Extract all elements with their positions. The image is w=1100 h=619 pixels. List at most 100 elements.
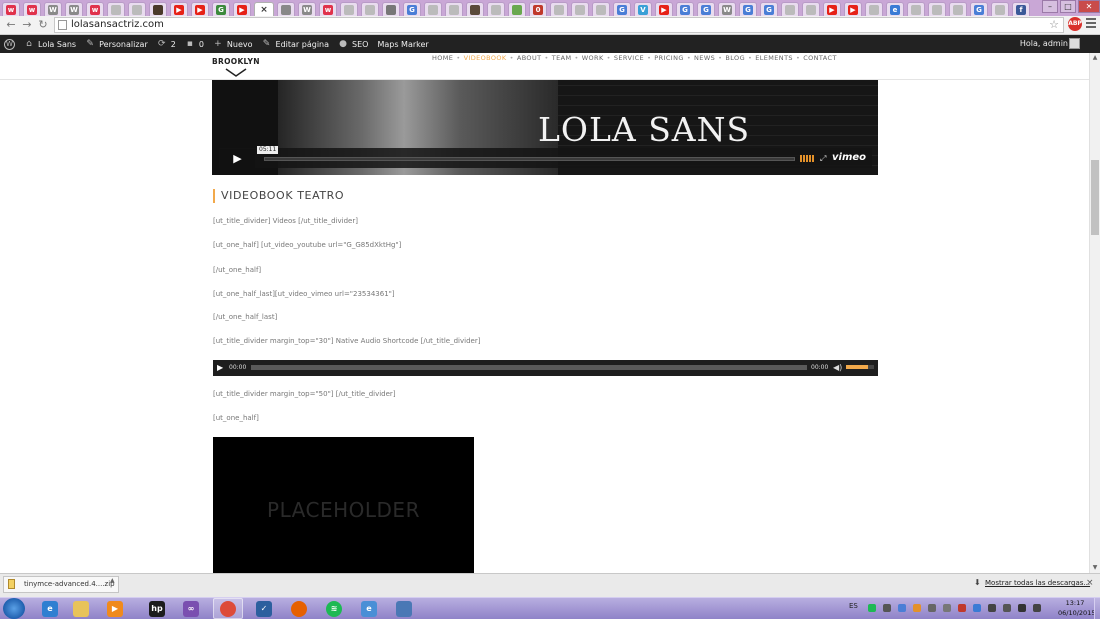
taskbar-app[interactable]: ≋ bbox=[319, 598, 349, 619]
scroll-down-icon[interactable]: ▼ bbox=[1091, 564, 1099, 571]
browser-tab[interactable]: w bbox=[2, 2, 20, 16]
browser-tab[interactable] bbox=[991, 2, 1009, 16]
browser-tab[interactable]: 0 bbox=[529, 2, 547, 16]
start-button[interactable] bbox=[3, 598, 25, 619]
nav-item[interactable]: CONTACT bbox=[803, 54, 837, 62]
browser-tab[interactable] bbox=[865, 2, 883, 16]
avatar[interactable] bbox=[1069, 38, 1080, 49]
volume-icon[interactable]: ◀) bbox=[833, 362, 842, 374]
browser-tab[interactable] bbox=[445, 2, 463, 16]
tray-icon[interactable] bbox=[1018, 604, 1026, 612]
browser-tab[interactable]: ▶ bbox=[191, 2, 209, 16]
browser-tab[interactable]: G bbox=[676, 2, 694, 16]
tray-icon[interactable] bbox=[883, 604, 891, 612]
browser-tab[interactable] bbox=[781, 2, 799, 16]
browser-tab[interactable]: ▶ bbox=[170, 2, 188, 16]
browser-tab[interactable]: ▶ bbox=[823, 2, 841, 16]
browser-tab[interactable]: G bbox=[212, 2, 230, 16]
nav-item[interactable]: ELEMENTS bbox=[755, 54, 793, 62]
browser-tab[interactable] bbox=[487, 2, 505, 16]
browser-tab[interactable] bbox=[128, 2, 146, 16]
maximize-button[interactable]: □ bbox=[1060, 0, 1076, 13]
browser-tab[interactable] bbox=[382, 2, 400, 16]
browser-tab-active[interactable]: × bbox=[254, 2, 274, 16]
browser-tab[interactable] bbox=[928, 2, 946, 16]
browser-tab[interactable] bbox=[508, 2, 526, 16]
taskbar-app[interactable] bbox=[66, 598, 96, 619]
show-all-downloads-link[interactable]: Mostrar todas las descargas... bbox=[985, 579, 1090, 587]
taskbar-app[interactable]: e bbox=[354, 598, 384, 619]
forward-button[interactable]: → bbox=[20, 18, 34, 32]
browser-tab[interactable] bbox=[340, 2, 358, 16]
browser-tab[interactable]: G bbox=[739, 2, 757, 16]
wp-admin-item[interactable]: ● SEO bbox=[338, 39, 368, 49]
minimize-button[interactable]: – bbox=[1042, 0, 1058, 13]
tray-icon[interactable] bbox=[898, 604, 906, 612]
browser-tab[interactable]: w bbox=[86, 2, 104, 16]
wp-greeting[interactable]: Hola, admin bbox=[1020, 39, 1068, 48]
browser-tab[interactable]: W bbox=[298, 2, 316, 16]
scroll-up-icon[interactable]: ▲ bbox=[1091, 54, 1099, 61]
volume-bars-icon[interactable] bbox=[800, 155, 814, 162]
nav-item[interactable]: TEAM bbox=[552, 54, 572, 62]
tray-icon[interactable] bbox=[1033, 604, 1041, 612]
nav-item[interactable]: SERVICE bbox=[614, 54, 644, 62]
browser-tab[interactable] bbox=[361, 2, 379, 16]
scrollbar-thumb[interactable] bbox=[1091, 160, 1099, 235]
close-window-button[interactable]: ✕ bbox=[1078, 0, 1100, 13]
reload-button[interactable]: ↻ bbox=[36, 18, 50, 32]
clock[interactable]: 13:17 06/10/2015 bbox=[1058, 598, 1095, 618]
taskbar-app[interactable]: ∞ bbox=[176, 598, 206, 619]
taskbar-app[interactable]: hp bbox=[142, 598, 172, 619]
browser-tab[interactable] bbox=[907, 2, 925, 16]
play-button[interactable]: ▶ bbox=[220, 149, 255, 168]
nav-item[interactable]: ABOUT bbox=[517, 54, 542, 62]
url-input[interactable]: lolasansactriz.com ☆ bbox=[54, 17, 1064, 33]
wp-admin-item[interactable]: ▪ 0 bbox=[185, 39, 204, 49]
video-progress-track[interactable] bbox=[264, 157, 795, 161]
browser-tab[interactable] bbox=[149, 2, 167, 16]
taskbar-app[interactable] bbox=[284, 598, 314, 619]
taskbar-app[interactable]: ▶ bbox=[100, 598, 130, 619]
tab-close-icon[interactable]: × bbox=[259, 5, 269, 15]
browser-tab[interactable] bbox=[277, 2, 295, 16]
download-menu-arrow-icon[interactable]: ▲ bbox=[110, 577, 115, 584]
tray-icon[interactable] bbox=[973, 604, 981, 612]
nav-item[interactable]: BLOG bbox=[725, 54, 745, 62]
browser-tab[interactable]: G bbox=[613, 2, 631, 16]
tray-icon[interactable] bbox=[868, 604, 876, 612]
taskbar-app[interactable] bbox=[213, 598, 243, 619]
wp-admin-item[interactable]: Maps Marker bbox=[377, 40, 428, 49]
close-download-shelf-icon[interactable]: × bbox=[1086, 578, 1094, 588]
back-button[interactable]: ← bbox=[4, 18, 18, 32]
browser-tab[interactable]: f bbox=[1012, 2, 1030, 16]
bookmark-star-icon[interactable]: ☆ bbox=[1049, 18, 1059, 32]
browser-tab[interactable] bbox=[802, 2, 820, 16]
tray-icon[interactable] bbox=[928, 604, 936, 612]
nav-item[interactable]: VIDEOBOOK bbox=[464, 54, 507, 62]
tray-icon[interactable] bbox=[958, 604, 966, 612]
wp-admin-item[interactable]: ⟳ 2 bbox=[157, 39, 176, 49]
browser-tab[interactable] bbox=[107, 2, 125, 16]
browser-tab[interactable] bbox=[550, 2, 568, 16]
browser-tab[interactable]: G bbox=[760, 2, 778, 16]
site-logo[interactable]: BROOKLYN bbox=[212, 57, 260, 77]
browser-tab[interactable]: V bbox=[634, 2, 652, 16]
tray-icon[interactable] bbox=[943, 604, 951, 612]
nav-item[interactable]: NEWS bbox=[694, 54, 715, 62]
browser-tab[interactable]: ▶ bbox=[655, 2, 673, 16]
browser-tab[interactable] bbox=[466, 2, 484, 16]
wp-admin-item[interactable]: ✎ Editar página bbox=[262, 39, 329, 49]
taskbar-app[interactable] bbox=[389, 598, 419, 619]
browser-tab[interactable] bbox=[592, 2, 610, 16]
tray-icon[interactable] bbox=[1003, 604, 1011, 612]
wp-admin-item[interactable]: ⌂ Lola Sans bbox=[24, 39, 76, 49]
nav-item[interactable]: HOME bbox=[432, 54, 453, 62]
browser-tab[interactable]: ▶ bbox=[844, 2, 862, 16]
audio-play-button[interactable]: ▶ bbox=[217, 362, 223, 374]
taskbar-app[interactable]: e bbox=[35, 598, 65, 619]
browser-tab[interactable]: W bbox=[44, 2, 62, 16]
chrome-menu-icon[interactable] bbox=[1086, 18, 1096, 30]
browser-tab[interactable] bbox=[949, 2, 967, 16]
browser-tab[interactable]: ▶ bbox=[233, 2, 251, 16]
